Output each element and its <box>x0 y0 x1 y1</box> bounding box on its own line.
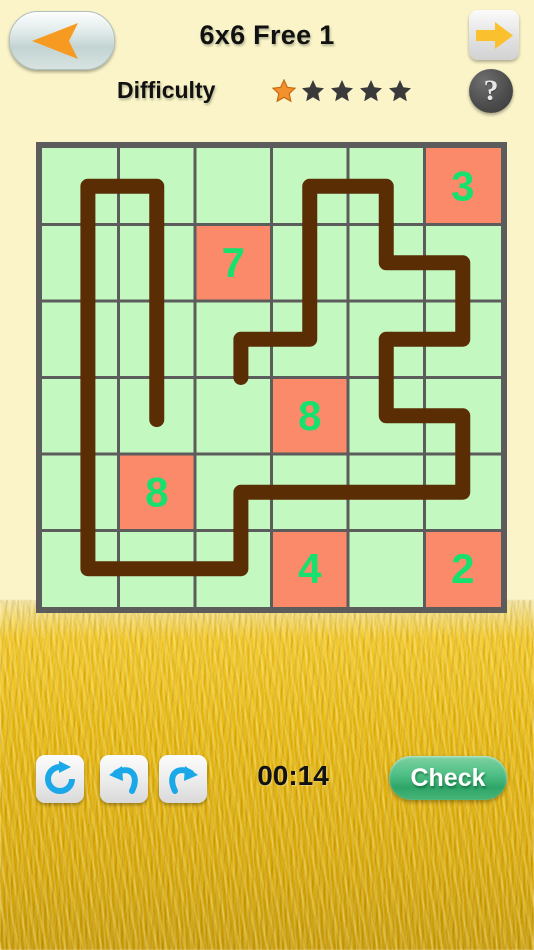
clue-number: 8 <box>145 468 168 515</box>
undo-button[interactable] <box>100 755 148 803</box>
star-empty-icon <box>302 80 324 102</box>
restart-button[interactable] <box>36 755 84 803</box>
star-empty-icon <box>360 80 382 102</box>
clue-number: 4 <box>298 545 322 592</box>
redo-button[interactable] <box>159 755 207 803</box>
difficulty-label: Difficulty <box>117 77 216 103</box>
header-bar: 6x6 Free 1 Difficulty ? <box>0 0 534 130</box>
forward-button[interactable] <box>469 10 519 60</box>
difficulty-stars <box>272 79 412 103</box>
help-button[interactable]: ? <box>469 69 513 113</box>
star-empty-icon <box>331 80 353 102</box>
star-empty-icon <box>389 80 411 102</box>
clue-number: 7 <box>222 239 245 286</box>
star-filled-icon <box>272 79 296 103</box>
question-mark-icon: ? <box>483 74 499 107</box>
check-button[interactable]: Check <box>389 756 507 800</box>
timer-display: 00:14 <box>257 760 329 791</box>
clue-number: 3 <box>451 162 474 209</box>
check-button-label: Check <box>410 763 486 792</box>
puzzle-board[interactable]: 3 7 8 8 4 2 <box>36 142 507 613</box>
clue-number: 8 <box>298 392 321 439</box>
page-title: 6x6 Free 1 <box>199 20 335 50</box>
clue-number: 2 <box>451 545 474 592</box>
